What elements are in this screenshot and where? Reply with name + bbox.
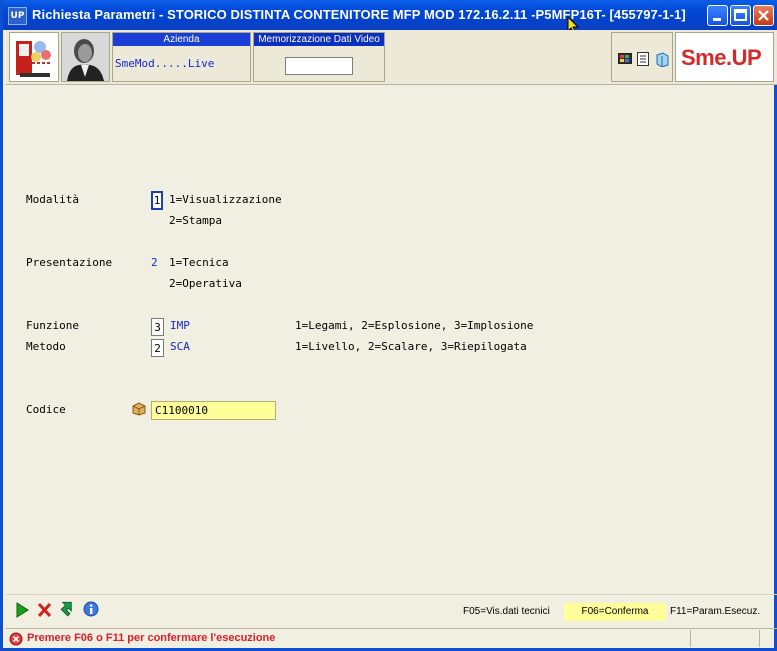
book-icon[interactable] (655, 52, 669, 67)
form-area: Modalità 1 1=Visualizzazione 2=Stampa Pr… (6, 85, 777, 593)
f06-button[interactable]: F06=Conferma (564, 603, 666, 621)
status-message: Premere F06 o F11 per confermare l'esecu… (27, 632, 276, 644)
f05-button[interactable]: F05=Vis.dati tecnici (463, 603, 550, 621)
smeup-logo-icon (16, 41, 51, 77)
f11-button[interactable]: F11=Param.Esecuz. (670, 603, 760, 621)
close-icon (758, 10, 769, 21)
codice-label: Codice (26, 403, 66, 416)
info-icon[interactable] (83, 601, 99, 617)
run-icon[interactable] (15, 602, 29, 618)
funzione-code: IMP (170, 319, 190, 332)
presentazione-option-2: 2=Operativa (169, 277, 242, 290)
presentazione-label: Presentazione (26, 256, 113, 269)
azienda-panel: Azienda SmeMod.....Live (112, 32, 251, 82)
app-window: UP Richiesta Parametri - STORICO DISTINT… (0, 0, 777, 651)
memorizzazione-label: Memorizzazione Dati Video (254, 33, 384, 46)
window-title: Richiesta Parametri - STORICO DISTINTA C… (32, 7, 686, 22)
tools-panel (611, 32, 673, 82)
user-photo-icon (62, 33, 109, 81)
smeup-logo-tile[interactable] (9, 32, 59, 82)
metodo-code: SCA (170, 340, 190, 353)
brand-text: Sme.UP (681, 45, 762, 71)
error-icon (9, 632, 23, 646)
codice-input[interactable]: C1100010 (151, 401, 276, 420)
header-toolbar: Azienda SmeMod.....Live Memorizzazione D… (6, 30, 777, 85)
cancel-icon[interactable] (37, 602, 52, 618)
app-icon: UP (8, 7, 27, 25)
metodo-label: Metodo (26, 340, 66, 353)
title-bar: UP Richiesta Parametri - STORICO DISTINT… (3, 0, 777, 35)
modalita-option-2: 2=Stampa (169, 214, 222, 227)
funzione-input[interactable]: 3 (151, 318, 164, 336)
brand-logo-text: Sme.UP (681, 45, 762, 70)
monitor-icon[interactable] (618, 53, 632, 66)
brand-logo: Sme.UP (675, 32, 774, 82)
maximize-button[interactable] (730, 5, 751, 26)
memorizzazione-panel: Memorizzazione Dati Video (253, 32, 385, 82)
status-divider (759, 630, 760, 647)
user-avatar[interactable] (61, 32, 110, 82)
object-box-icon[interactable] (131, 401, 147, 416)
modalita-label: Modalità (26, 193, 79, 206)
funzione-help: 1=Legami, 2=Esplosione, 3=Implosione (295, 319, 534, 332)
modalita-option-1: 1=Visualizzazione (169, 193, 282, 206)
close-button[interactable] (753, 5, 774, 26)
modalita-input[interactable]: 1 (151, 191, 163, 210)
minimize-button[interactable] (707, 5, 728, 26)
azienda-value: SmeMod.....Live (115, 57, 215, 70)
presentazione-option-1: 1=Tecnica (169, 256, 229, 269)
funzione-label: Funzione (26, 319, 79, 332)
document-icon[interactable] (637, 52, 650, 67)
metodo-input[interactable]: 2 (151, 339, 164, 357)
minimize-icon (713, 18, 721, 21)
azienda-label: Azienda (113, 33, 250, 46)
status-bar: Premere F06 o F11 per confermare l'esecu… (6, 628, 777, 649)
action-bar: F05=Vis.dati tecnici F06=Conferma F11=Pa… (6, 594, 777, 629)
maximize-icon (734, 9, 747, 21)
back-arrow-icon[interactable] (59, 600, 75, 618)
metodo-help: 1=Livello, 2=Scalare, 3=Riepilogata (295, 340, 527, 353)
memorizzazione-input[interactable] (285, 57, 353, 75)
presentazione-value[interactable]: 2 (151, 256, 158, 269)
status-divider (690, 630, 691, 647)
